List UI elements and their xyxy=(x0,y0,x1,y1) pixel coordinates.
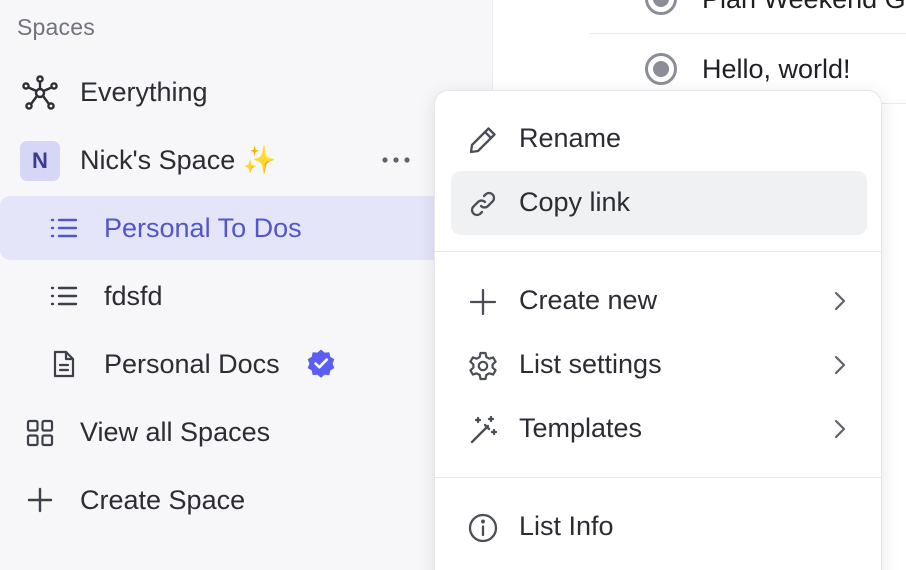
menu-item-label: Templates xyxy=(519,413,643,443)
sidebar-item-personal-docs[interactable]: Personal Docs xyxy=(0,332,470,396)
more-options-icon[interactable] xyxy=(381,148,411,172)
menu-item-label: Create new xyxy=(519,285,658,315)
menu-item-label: Rename xyxy=(519,123,622,153)
sidebar-item-label: View all Spaces xyxy=(80,416,271,447)
space-name: Nick's Space ✨ xyxy=(80,145,277,175)
chevron-right-icon xyxy=(833,417,847,441)
task-row-plan-weekend[interactable]: Plan Weekend G xyxy=(590,0,906,34)
gear-icon xyxy=(467,350,499,382)
menu-item-label: List settings xyxy=(519,349,662,379)
create-space-button[interactable]: Create Space xyxy=(0,468,470,532)
sidebar-item-label: Create Space xyxy=(80,484,246,515)
menu-item-copy-link[interactable]: Copy link xyxy=(451,171,867,235)
network-icon xyxy=(22,75,58,111)
sidebar-item-personal-to-dos[interactable]: Personal To Dos xyxy=(0,196,470,260)
menu-item-rename[interactable]: Rename xyxy=(451,107,867,171)
chevron-right-icon xyxy=(833,353,847,377)
menu-item-templates[interactable]: Templates xyxy=(451,397,867,461)
link-icon xyxy=(467,188,499,220)
task-status-radio[interactable] xyxy=(645,0,677,15)
plus-icon xyxy=(467,286,499,318)
sidebar-item-label: Personal To Dos xyxy=(104,212,302,243)
sidebar-heading: Spaces xyxy=(17,14,95,40)
menu-item-label: Copy link xyxy=(519,187,631,217)
task-title: Plan Weekend G xyxy=(702,0,906,15)
sidebar-item-everything[interactable]: Everything xyxy=(0,60,470,124)
menu-item-list-info[interactable]: List Info xyxy=(451,495,867,559)
grid-icon xyxy=(26,419,54,447)
verified-badge-icon xyxy=(306,348,336,378)
chevron-right-icon xyxy=(833,289,847,313)
list-icon xyxy=(50,216,78,240)
menu-divider xyxy=(435,477,881,478)
list-icon xyxy=(50,284,78,308)
plus-icon xyxy=(27,487,53,513)
sidebar-item-label: fdsfd xyxy=(104,280,163,311)
task-status-radio[interactable] xyxy=(645,53,677,85)
sidebar-item-label: Personal Docs xyxy=(104,348,280,379)
magic-wand-icon xyxy=(467,414,499,446)
menu-divider xyxy=(435,251,881,252)
task-title: Hello, world! xyxy=(702,54,851,84)
document-icon xyxy=(52,349,76,379)
pencil-icon xyxy=(467,124,499,156)
space-avatar: N xyxy=(20,141,60,181)
sidebar-item-fdsfd[interactable]: fdsfd xyxy=(0,264,470,328)
menu-item-list-settings[interactable]: List settings xyxy=(451,333,867,397)
sidebar-item-nicks-space[interactable]: N Nick's Space ✨ xyxy=(0,128,470,192)
sidebar-item-label: Everything xyxy=(80,76,208,107)
menu-item-label: List Info xyxy=(519,511,614,541)
sidebar-item-view-all-spaces[interactable]: View all Spaces xyxy=(0,400,470,464)
menu-item-create-new[interactable]: Create new xyxy=(451,269,867,333)
sidebar: Spaces Everything N Nick's Space ✨ Perso… xyxy=(0,0,493,570)
list-context-menu: Rename Copy link Create new List setting… xyxy=(434,90,882,570)
info-icon xyxy=(467,512,499,544)
